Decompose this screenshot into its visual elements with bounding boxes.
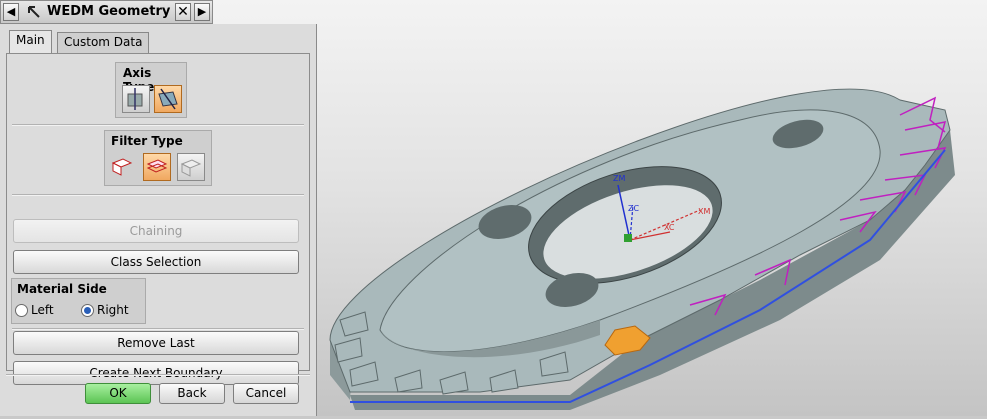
chaining-button[interactable]: Chaining	[13, 219, 299, 243]
tab-main[interactable]: Main	[9, 30, 52, 54]
ok-button[interactable]: OK	[85, 383, 151, 404]
tab-custom-data[interactable]: Custom Data	[57, 32, 150, 53]
material-side-group: Material Side Left Right	[11, 278, 146, 324]
class-selection-button[interactable]: Class Selection	[13, 250, 299, 274]
cancel-button[interactable]: Cancel	[233, 383, 299, 404]
axis-type-4-axis-icon[interactable]	[154, 85, 182, 113]
create-next-boundary-button[interactable]: Create Next Boundary	[13, 361, 299, 385]
axis-type-group: Axis Type	[115, 62, 187, 118]
dialog-title-tab[interactable]: ◀ WEDM Geometry ✕ ▶	[0, 0, 213, 24]
material-side-right-label: Right	[97, 303, 129, 317]
filter-body-icon[interactable]	[177, 153, 205, 181]
separator	[6, 374, 310, 376]
separator	[12, 194, 304, 196]
axis-xc-label: XC	[664, 223, 675, 232]
material-side-left-label: Left	[31, 303, 54, 317]
wedm-geometry-icon	[28, 6, 40, 18]
remove-last-button[interactable]: Remove Last	[13, 331, 299, 355]
material-side-right-radio[interactable]	[81, 304, 94, 317]
next-arrow-icon[interactable]: ▶	[194, 3, 210, 21]
material-side-left-radio[interactable]	[15, 304, 28, 317]
separator	[12, 328, 304, 330]
axis-type-3-axis-icon[interactable]	[122, 85, 150, 113]
tab-main-body: Axis Type Filter Type Chaining Class Se	[6, 53, 310, 385]
material-side-label: Material Side	[17, 282, 107, 296]
filter-curve-icon[interactable]	[143, 153, 171, 181]
dialog-title: WEDM Geometry	[47, 4, 171, 19]
filter-face-icon[interactable]	[109, 153, 137, 181]
separator	[12, 124, 304, 126]
close-icon[interactable]: ✕	[175, 3, 191, 21]
prev-arrow-icon[interactable]: ◀	[3, 3, 19, 21]
filter-type-label: Filter Type	[111, 134, 183, 148]
axis-zm-label: ZM	[613, 174, 625, 183]
back-button[interactable]: Back	[159, 383, 225, 404]
axis-zc-label: ZC	[628, 204, 639, 213]
filter-type-group: Filter Type	[104, 130, 212, 186]
wedm-geometry-dialog: Main Custom Data Axis Type Filter Type	[0, 24, 317, 416]
axis-xm-label: XM	[698, 207, 710, 216]
